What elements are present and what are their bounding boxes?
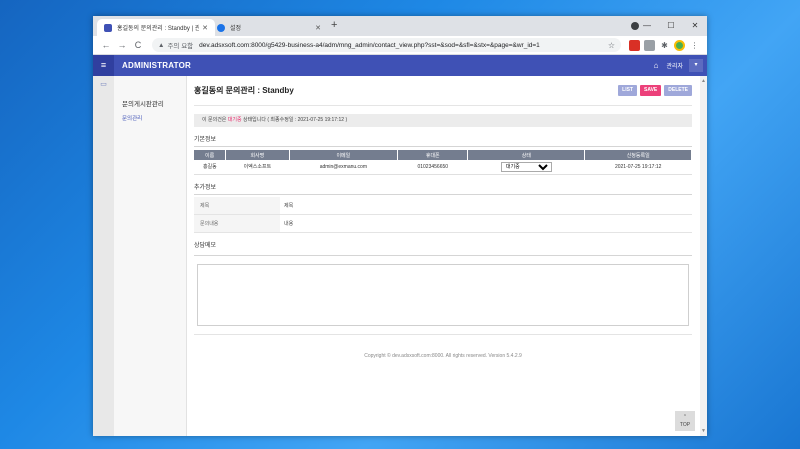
tab-close-icon[interactable]: ✕ <box>315 24 321 32</box>
column-header: 상태 <box>467 150 586 160</box>
copyright-footer: Copyright © dev.adsxsoft.com:8000. All r… <box>364 353 522 359</box>
close-window-button[interactable]: ✕ <box>683 16 707 36</box>
tab-strip: 홍길동의 문의관리 : Standby | 관리자 ✕ 설정 ✕ + — ☐ ✕ <box>93 16 707 36</box>
tab-active[interactable]: 홍길동의 문의관리 : Standby | 관리자 ✕ <box>97 19 215 36</box>
window-controls: — ☐ ✕ <box>635 16 707 36</box>
pdf-extension-icon[interactable] <box>629 39 640 51</box>
settings-favicon-icon <box>217 23 225 32</box>
top-label: TOP <box>679 422 691 428</box>
tab-title: 홍길동의 문의관리 : Standby | 관리자 <box>117 26 200 32</box>
admin-user-label[interactable]: 관리자 <box>666 61 683 70</box>
table-row: 홍길동 이엑스소프트 admin@exmanu.com 01023456650 … <box>194 160 692 175</box>
status-notice: 이 문의건은 대기중 상태입니다 ( 최종수정일 : 2021-07-25 19… <box>194 114 692 127</box>
status-cell: 대기중 <box>467 160 585 175</box>
subject-value: 제목 <box>280 196 692 215</box>
menu-icon[interactable]: ≡ <box>93 55 114 76</box>
sidebar: 문의게시판관리 문의관리 <box>114 76 187 436</box>
scroll-up-icon[interactable]: ▲ <box>700 78 707 84</box>
minimize-button[interactable]: — <box>635 16 659 36</box>
notice-date: 2021-07-25 19:17:12 <box>297 117 345 123</box>
additional-info-heading: 추가정보 <box>194 182 692 195</box>
memo-section <box>194 255 692 335</box>
email-cell: admin@exmanu.com <box>289 160 398 175</box>
content-value: 내용 <box>280 214 692 233</box>
warning-icon: ▲ <box>158 41 165 49</box>
column-header: 신청등록일 <box>584 150 692 160</box>
browser-menu-icon[interactable]: ⋮ <box>689 40 700 51</box>
column-header: 휴대폰 <box>397 150 469 160</box>
notice-suffix: ) <box>345 117 348 123</box>
sidebar-item-contact[interactable]: 문의관리 <box>122 114 186 122</box>
chevron-down-icon[interactable]: ▾ <box>689 59 703 72</box>
column-header: 이름 <box>194 150 227 160</box>
table-row: 제목 제목 <box>194 196 692 215</box>
notice-middle: 상태입니다 ( 최종수정일 : <box>242 117 297 123</box>
page-title: 홍길동의 문의관리 : Standby <box>194 86 294 95</box>
main-content: 홍길동의 문의관리 : Standby LIST SAVE DELETE 이 문… <box>187 76 700 436</box>
tab-settings[interactable]: 설정 ✕ <box>210 19 328 36</box>
puzzle-extensions-icon[interactable]: ✱ <box>659 40 670 51</box>
bookmark-star-icon[interactable]: ☆ <box>608 41 615 50</box>
registered-cell: 2021-07-25 19:17:12 <box>584 160 692 175</box>
memo-textarea[interactable] <box>197 264 689 326</box>
status-select[interactable]: 대기중 <box>500 161 552 172</box>
scroll-top-button[interactable]: ⌃ TOP <box>675 411 695 431</box>
sidebar-title: 문의게시판관리 <box>122 101 164 108</box>
folder-icon[interactable]: ▭ <box>100 81 107 88</box>
maximize-button[interactable]: ☐ <box>659 16 683 36</box>
reload-button[interactable]: C <box>130 40 146 50</box>
tab-title: 설정 <box>230 26 242 32</box>
column-header: 이메일 <box>289 150 399 160</box>
notice-prefix: 이 문의건은 <box>202 117 227 123</box>
url-text[interactable]: dev.adsxsoft.com:8000/g5429-business-a4/… <box>199 42 608 49</box>
company-cell: 이엑스소프트 <box>225 160 290 175</box>
address-bar[interactable]: ▲ 주의 요함 dev.adsxsoft.com:8000/g5429-busi… <box>152 38 621 52</box>
save-button[interactable]: SAVE <box>640 85 662 96</box>
page-scrollbar[interactable]: ▲ ▼ <box>700 76 707 436</box>
phone-cell: 01023456650 <box>397 160 468 175</box>
basic-info-heading: 기본정보 <box>194 134 692 147</box>
list-button[interactable]: LIST <box>618 85 638 96</box>
security-label[interactable]: 주의 요함 <box>167 40 193 50</box>
new-tab-button[interactable]: + <box>331 19 337 31</box>
basic-info-table: 이름 회사명 이메일 휴대폰 상태 신청등록일 홍길동 이엑스소프트 admin… <box>194 150 692 175</box>
memo-heading: 상담메모 <box>194 243 217 249</box>
column-header: 회사명 <box>225 150 290 160</box>
additional-info-table: 제목 제목 문의내용 내용 <box>194 196 692 233</box>
browser-window: 홍길동의 문의관리 : Standby | 관리자 ✕ 설정 ✕ + — ☐ ✕… <box>93 16 707 436</box>
admin-header: ≡ ADMINISTRATOR ⌂ 관리자 ▾ <box>93 55 707 76</box>
name-cell: 홍길동 <box>194 160 226 175</box>
notice-status: 대기중 <box>227 117 242 123</box>
admin-favicon-icon <box>104 23 112 32</box>
tab-close-icon[interactable]: ✕ <box>202 24 208 32</box>
home-icon[interactable]: ⌂ <box>654 61 659 70</box>
profile-avatar-icon[interactable] <box>674 39 685 51</box>
scroll-down-icon[interactable]: ▼ <box>700 428 707 434</box>
table-row: 문의내용 내용 <box>194 214 692 233</box>
forward-button[interactable]: → <box>114 40 130 50</box>
delete-button[interactable]: DELETE <box>664 85 692 96</box>
back-button[interactable]: ← <box>98 40 114 50</box>
admin-brand[interactable]: ADMINISTRATOR <box>114 61 191 70</box>
side-rail: ▭ <box>93 76 114 436</box>
chevron-up-icon: ⌃ <box>682 414 688 420</box>
extension-icon[interactable] <box>644 39 655 51</box>
content-label: 문의내용 <box>194 214 280 233</box>
browser-toolbar: ← → C ▲ 주의 요함 dev.adsxsoft.com:8000/g542… <box>93 36 707 55</box>
subject-label: 제목 <box>194 196 280 215</box>
